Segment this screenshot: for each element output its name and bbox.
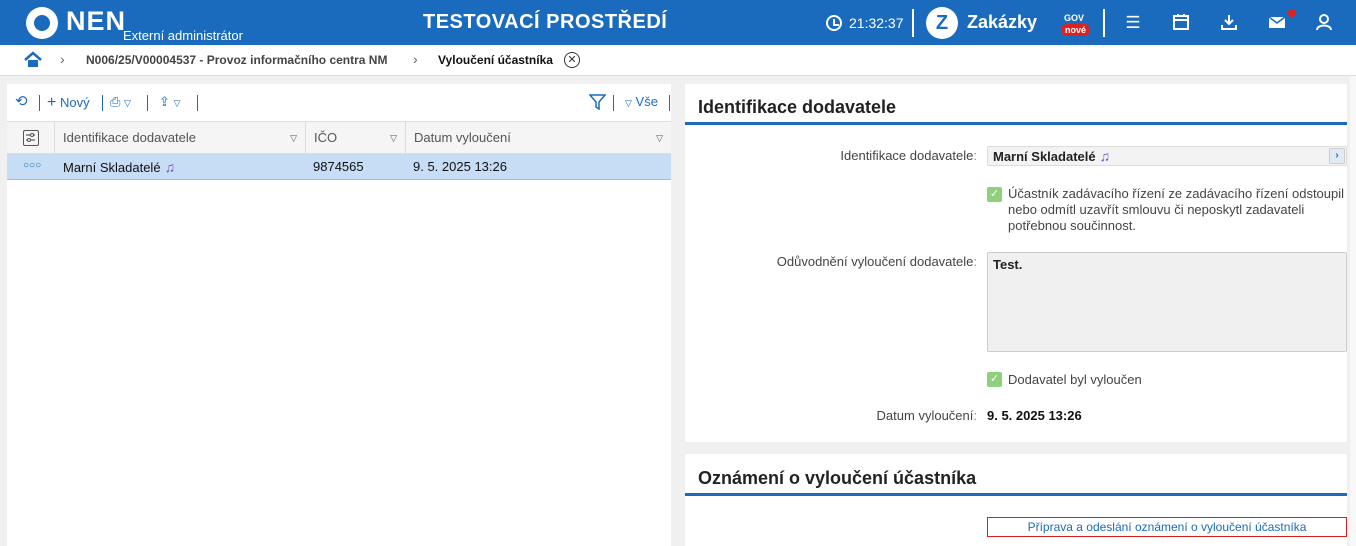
download-icon[interactable] — [1219, 13, 1239, 33]
divider — [669, 95, 670, 111]
scrollbar[interactable] — [1350, 76, 1356, 546]
filter-all-button[interactable]: ▽ Vše — [625, 94, 658, 109]
cell-dodavatel: Marní Skladatelé ♫ — [63, 154, 175, 180]
column-header-label: IČO — [314, 130, 338, 145]
zakazky-link[interactable]: Zakázky — [967, 12, 1037, 33]
filter-arrow-icon[interactable]: ▽ — [656, 122, 663, 154]
chevron-right-icon: › — [413, 51, 418, 67]
field-label: Datum vyloučení: — [876, 408, 977, 423]
mail-icon[interactable] — [1267, 13, 1287, 33]
dropdown-arrow-icon: ▽ — [173, 98, 181, 108]
refresh-icon[interactable]: ⟲ — [15, 92, 28, 110]
chevron-right-icon: › — [60, 51, 65, 67]
filter-arrow-icon[interactable]: ▽ — [290, 122, 297, 154]
divider — [102, 95, 103, 111]
export-menu-button[interactable]: ⇪ ▽ — [159, 94, 180, 110]
cell-ico: 9874565 — [313, 159, 364, 174]
gov-label: GOV — [1064, 13, 1085, 23]
column-header-label: Identifikace dodavatele — [63, 130, 196, 145]
list-panel: ⟲ + Nový ⎙ ▽ ⇪ ▽ ▽ Vše Identifikace doda… — [7, 84, 671, 546]
checkbox-vyloucen[interactable]: ✓ — [987, 372, 1002, 387]
field-label-text: Odůvodnění vyloučení dodavatele — [776, 254, 974, 269]
row-actions-icon[interactable]: ○○○ — [23, 154, 41, 178]
prepare-notice-link[interactable]: Příprava a odeslání oznámení o vyloučení… — [987, 517, 1347, 537]
nen-logo-icon[interactable] — [26, 7, 58, 39]
field-label: Identifikace dodavatele: — [840, 148, 977, 163]
section-title: Identifikace dodavatele — [698, 97, 897, 117]
field-label-text: Datum vyloučení — [876, 408, 974, 423]
print-menu-button[interactable]: ⎙ ▽ — [110, 94, 131, 110]
session-time: 21:32:37 — [849, 15, 904, 31]
chevron-right-icon[interactable]: › — [1329, 148, 1345, 164]
printer-icon: ⎙ — [110, 94, 121, 109]
section-underline — [685, 493, 1347, 496]
breadcrumb: › N006/25/V00004537 - Provoz informačníh… — [0, 45, 1356, 76]
detail-panel: Identifikace dodavatele Identifikace dod… — [685, 84, 1347, 442]
dodavatel-field[interactable]: Marní Skladatelé ♫ › — [987, 146, 1347, 166]
cell-text: Marní Skladatelé — [63, 160, 161, 175]
music-note-icon: ♫ — [164, 159, 176, 175]
divider — [613, 95, 614, 111]
clock-icon — [826, 15, 842, 31]
notice-panel: Oznámení o vyloučení účastníka Příprava … — [685, 454, 1347, 546]
section-title: Oznámení o vyloučení účastníka — [698, 468, 977, 488]
column-header-datum[interactable]: Datum vyloučení ▽ — [405, 122, 671, 154]
label-line: Účastník zadávacího řízení ze zadávacího… — [1008, 186, 1345, 201]
home-icon[interactable] — [24, 51, 42, 69]
column-header-dodavatel[interactable]: Identifikace dodavatele ▽ — [54, 122, 305, 154]
music-note-icon: ♫ — [1099, 148, 1111, 164]
calendar-icon[interactable] — [1171, 13, 1191, 33]
column-header-label: Datum vyloučení — [414, 130, 511, 145]
column-settings-icon[interactable] — [23, 130, 39, 146]
field-label-text: Identifikace dodavatele — [840, 148, 974, 163]
grid-header: Identifikace dodavatele ▽ IČO ▽ Datum vylo… — [7, 121, 671, 154]
column-header-ico[interactable]: IČO ▽ — [305, 122, 405, 154]
user-role: Externí administrátor — [123, 28, 243, 43]
cell-datum: 9. 5. 2025 13:26 — [413, 159, 507, 174]
filter-icon[interactable] — [588, 94, 607, 113]
datum-value: 9. 5. 2025 13:26 — [987, 408, 1082, 423]
logo-text[interactable]: NEN — [66, 6, 126, 36]
top-bar: NEN Externí administrátor TESTOVACÍ PROS… — [0, 0, 1356, 45]
filter-all-label: Vše — [635, 94, 658, 109]
user-icon[interactable] — [1314, 13, 1334, 33]
export-icon: ⇪ — [159, 94, 170, 109]
divider — [1103, 9, 1105, 37]
checkbox-odstoupil-label: Účastník zadávacího řízení ze zadávacího… — [1008, 186, 1344, 234]
filter-arrow-icon[interactable]: ▽ — [390, 122, 397, 154]
oduvodneni-textarea[interactable]: Test. — [987, 252, 1347, 352]
field-label: Odůvodnění vyloučení dodavatele: — [776, 254, 977, 269]
label-line: potřebnou součinnost. — [1008, 218, 1136, 233]
notification-dot — [1288, 9, 1296, 17]
menu-icon[interactable]: ☰ — [1123, 13, 1143, 33]
checkbox-vyloucen-label: Dodavatel byl vyloučen — [1008, 372, 1142, 387]
divider — [39, 95, 40, 111]
close-tab-icon[interactable]: ✕ — [564, 52, 580, 68]
breadcrumb-item-current: Vyloučení účastníka — [438, 53, 553, 67]
plus-icon: + — [47, 94, 57, 111]
checkbox-odstoupil[interactable]: ✓ — [987, 187, 1002, 202]
section-underline — [685, 122, 1347, 125]
breadcrumb-item-tender[interactable]: N006/25/V00004537 - Provoz informačního … — [86, 53, 387, 67]
list-toolbar: ⟲ + Nový ⎙ ▽ ⇪ ▽ ▽ Vše — [7, 92, 671, 114]
table-row[interactable]: ○○○ Marní Skladatelé ♫ 9874565 9. 5. 2025… — [7, 154, 671, 180]
new-badge: nové — [1061, 24, 1091, 36]
divider — [197, 95, 198, 111]
new-button[interactable]: + Nový — [47, 94, 90, 112]
dropdown-arrow-icon: ▽ — [625, 98, 632, 108]
label-line: nebo odmítl uzavřít smlouvu či neposkytl… — [1008, 202, 1305, 217]
environment-title: TESTOVACÍ PROSTŘEDÍ — [423, 11, 668, 33]
divider — [147, 95, 148, 111]
new-button-label: Nový — [59, 95, 90, 110]
zakazky-logo-icon[interactable]: Z — [926, 7, 958, 39]
divider — [912, 9, 914, 37]
dropdown-arrow-icon: ▽ — [124, 98, 131, 108]
dodavatel-value: Marní Skladatelé — [993, 149, 1096, 164]
